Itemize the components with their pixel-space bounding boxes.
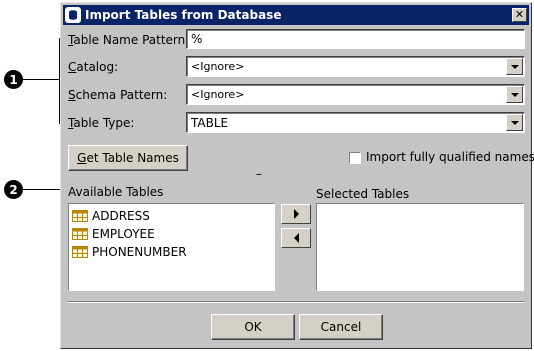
table-type-select[interactable]: TABLE (186, 112, 525, 133)
import-fully-qualified-label[interactable]: Import fully qualified names (366, 150, 534, 164)
arrow-left-icon (293, 233, 299, 243)
footer-separator-highlight (68, 302, 524, 303)
import-tables-dialog: Import Tables from Database ✕ Table Name… (60, 2, 534, 349)
table-name-pattern-input[interactable]: % (186, 29, 525, 49)
ok-button[interactable]: OK (211, 314, 295, 340)
available-tables-label: Available Tables (68, 185, 164, 199)
arrow-right-icon (293, 209, 299, 219)
chevron-down-icon[interactable] (506, 86, 523, 103)
selected-tables-label: Selected Tables (316, 187, 410, 201)
list-item[interactable]: EMPLOYEE (72, 225, 155, 243)
table-icon (72, 210, 88, 222)
status-indicator: – (256, 167, 262, 181)
callout-1-badge: 1 (4, 70, 23, 89)
catalog-label: Catalog: (68, 60, 119, 74)
chevron-down-icon[interactable] (506, 58, 523, 75)
schema-pattern-label: Schema Pattern: (68, 88, 168, 102)
schema-pattern-select[interactable]: <Ignore> (186, 84, 525, 105)
available-tables-list[interactable]: ADDRESS EMPLOYEE PHONENUMBER (68, 203, 275, 291)
catalog-select[interactable]: <Ignore> (186, 56, 525, 77)
table-type-select-value: TABLE (191, 116, 229, 130)
catalog-select-value: <Ignore> (191, 60, 245, 73)
table-name: ADDRESS (92, 209, 150, 223)
close-button[interactable]: ✕ (512, 8, 527, 22)
add-table-button[interactable] (281, 204, 311, 224)
schema-pattern-select-value: <Ignore> (191, 88, 245, 101)
table-icon (72, 246, 88, 258)
table-name: PHONENUMBER (92, 245, 187, 259)
dialog-title: Import Tables from Database (85, 8, 282, 22)
table-icon (72, 228, 88, 240)
table-type-label: Table Type: (68, 116, 135, 130)
get-table-names-button[interactable]: Get Table Names (68, 145, 188, 171)
list-item[interactable]: PHONENUMBER (72, 243, 187, 261)
list-item[interactable]: ADDRESS (72, 207, 150, 225)
selected-tables-list[interactable] (316, 203, 524, 291)
table-name-pattern-label: Table Name Pattern: (68, 33, 190, 47)
title-bar: Import Tables from Database ✕ (63, 5, 529, 25)
chevron-down-icon[interactable] (506, 114, 523, 131)
callout-1-leader (22, 79, 60, 80)
database-import-icon (65, 7, 81, 23)
table-name: EMPLOYEE (92, 227, 155, 241)
import-fully-qualified-checkbox[interactable] (349, 152, 361, 164)
callout-2-badge: 2 (4, 180, 23, 199)
remove-table-button[interactable] (281, 228, 311, 248)
cancel-button[interactable]: Cancel (299, 314, 383, 340)
